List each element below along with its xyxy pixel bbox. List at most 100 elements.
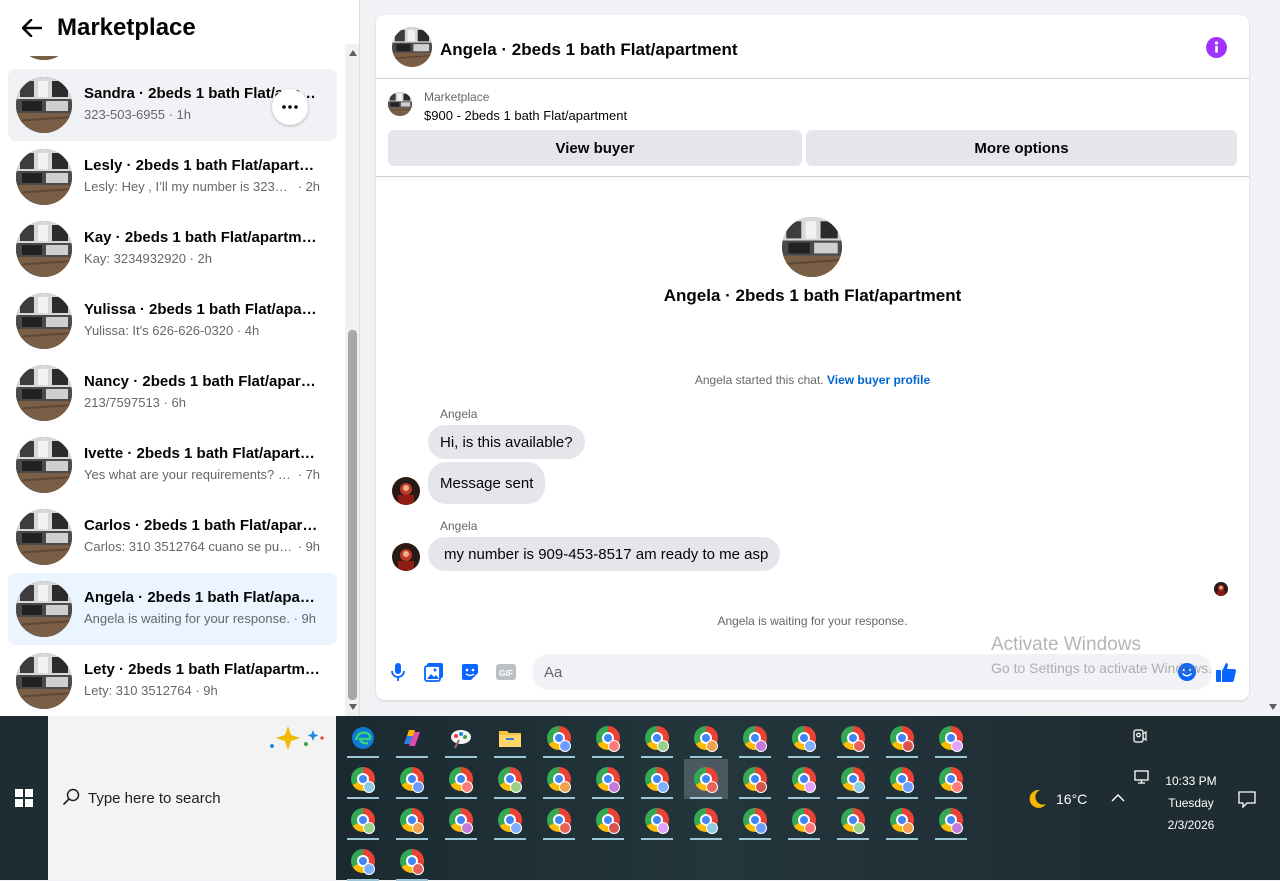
start-button[interactable]	[0, 716, 48, 880]
taskbar-search-box[interactable]: Type here to search	[48, 716, 336, 880]
chrome-taskbar-icon[interactable]	[537, 800, 581, 840]
chrome-taskbar-icon[interactable]	[929, 718, 973, 758]
listing-thumbnail[interactable]	[388, 92, 412, 116]
page-scroll-down-icon[interactable]	[1269, 704, 1277, 710]
chrome-taskbar-icon[interactable]	[635, 718, 679, 758]
chrome-taskbar-icon[interactable]	[341, 800, 385, 840]
conversation-preview: Yes what are your requirements? 5... · 7…	[84, 467, 321, 482]
svg-text:GIF: GIF	[499, 668, 513, 678]
chrome-taskbar-icon[interactable]	[586, 759, 630, 799]
chrome-taskbar-icon[interactable]	[439, 759, 483, 799]
chat-title[interactable]: Angela · 2beds 1 bath Flat/apartment	[440, 40, 738, 60]
sticker-icon[interactable]	[458, 660, 482, 684]
chrome-taskbar-icon[interactable]	[733, 718, 777, 758]
conversation-item[interactable]: Lesly · 2beds 1 bath Flat/apartment Lesly…	[8, 141, 337, 213]
conversation-avatar	[16, 653, 72, 709]
copilot-taskbar-icon[interactable]	[390, 718, 434, 758]
file-explorer-taskbar-icon[interactable]	[488, 718, 532, 758]
chrome-taskbar-icon[interactable]	[390, 841, 434, 881]
scroll-down-arrow-icon[interactable]	[349, 704, 357, 710]
conversation-time: 9h	[301, 611, 316, 626]
listing-price[interactable]: $900 - 2beds 1 bath Flat/apartment	[424, 108, 627, 123]
chrome-taskbar-icon[interactable]	[831, 718, 875, 758]
message-bubble[interactable]: Hi, is this available?	[428, 425, 585, 459]
chrome-taskbar-icon[interactable]	[390, 800, 434, 840]
chevron-up-icon[interactable]	[1111, 792, 1125, 806]
weather-moon-icon[interactable]	[1026, 788, 1048, 813]
chrome-taskbar-icon[interactable]	[635, 800, 679, 840]
chrome-taskbar-icon[interactable]	[831, 800, 875, 840]
chrome-taskbar-icon[interactable]	[439, 800, 483, 840]
chat-avatar[interactable]	[392, 27, 432, 67]
conversation-item[interactable]: Angela · 2beds 1 bath Flat/apartment Ange…	[8, 573, 337, 645]
meet-now-icon[interactable]	[1132, 728, 1148, 747]
edge-taskbar-icon[interactable]	[341, 718, 385, 758]
waiting-notice: Angela is waiting for your response.	[717, 614, 908, 628]
profile-badge-icon	[706, 781, 718, 793]
message-input-field[interactable]	[532, 654, 1212, 690]
conversation-item[interactable]: Yulissa · 2beds 1 bath Flat/apartment Yul…	[8, 285, 337, 357]
conversation-last-message: Angela is waiting for your response.	[84, 611, 290, 626]
sender-avatar[interactable]	[392, 477, 420, 505]
message-bubble[interactable]: my number is 909-453-8517 am ready to me…	[428, 537, 781, 571]
sender-avatar[interactable]	[392, 543, 420, 571]
scroll-thumb[interactable]	[348, 330, 357, 700]
chrome-taskbar-icon[interactable]	[929, 800, 973, 840]
page-scrollbar[interactable]	[1265, 0, 1280, 716]
chrome-taskbar-icon[interactable]	[341, 841, 385, 881]
chrome-taskbar-icon[interactable]	[782, 718, 826, 758]
chrome-taskbar-icon[interactable]	[733, 800, 777, 840]
info-icon[interactable]	[1206, 37, 1227, 58]
chrome-taskbar-icon[interactable]	[831, 759, 875, 799]
copilot-sparkle-icon[interactable]	[266, 724, 326, 754]
chrome-taskbar-icon[interactable]	[586, 800, 630, 840]
chrome-taskbar-icon[interactable]	[684, 718, 728, 758]
emoji-icon[interactable]	[1175, 660, 1199, 684]
paint-taskbar-icon[interactable]	[439, 718, 483, 758]
microphone-icon[interactable]	[386, 660, 410, 684]
photo-icon[interactable]	[422, 660, 446, 684]
conversation-item[interactable]: Lety · 2beds 1 bath Flat/apartment Lety: …	[8, 645, 337, 716]
chrome-taskbar-icon[interactable]	[684, 800, 728, 840]
chrome-taskbar-icon[interactable]	[782, 759, 826, 799]
chrome-taskbar-icon[interactable]	[390, 759, 434, 799]
notification-icon[interactable]	[1238, 790, 1256, 811]
chrome-taskbar-icon[interactable]	[880, 759, 924, 799]
conversation-avatar	[16, 437, 72, 493]
profile-avatar[interactable]	[782, 217, 842, 277]
chrome-taskbar-icon[interactable]	[782, 800, 826, 840]
conversation-item[interactable]: Ivette · 2beds 1 bath Flat/apartment Yes …	[8, 429, 337, 501]
profile-badge-icon	[804, 822, 816, 834]
scroll-up-arrow-icon[interactable]	[349, 50, 357, 56]
gif-icon[interactable]: GIF	[494, 660, 518, 684]
taskbar-clock[interactable]: 10:33 PM Tuesday 2/3/2026	[1148, 770, 1234, 836]
chrome-taskbar-icon[interactable]	[586, 718, 630, 758]
chrome-taskbar-icon[interactable]	[341, 759, 385, 799]
chrome-taskbar-icon[interactable]	[537, 718, 581, 758]
chrome-taskbar-icon[interactable]	[880, 718, 924, 758]
profile-badge-icon	[657, 781, 669, 793]
conversation-item[interactable]: Sandra · 2beds 1 bath Flat/apartment323-…	[8, 69, 337, 141]
conversation-more-button[interactable]	[272, 89, 308, 125]
chrome-taskbar-icon[interactable]	[635, 759, 679, 799]
profile-badge-icon	[412, 822, 424, 834]
chrome-taskbar-icon[interactable]	[684, 759, 728, 799]
weather-temperature[interactable]: 16°C	[1056, 791, 1087, 807]
message-input[interactable]	[532, 654, 1132, 690]
chrome-taskbar-icon[interactable]	[537, 759, 581, 799]
back-button[interactable]	[20, 16, 44, 40]
chrome-taskbar-icon[interactable]	[733, 759, 777, 799]
message-bubble[interactable]: Message sent	[428, 462, 546, 504]
conversation-item[interactable]: Nancy · 2beds 1 bath Flat/apartment 213/7…	[8, 357, 337, 429]
conversation-item[interactable]: Kay · 2beds 1 bath Flat/apartment Kay: 32…	[8, 213, 337, 285]
chrome-taskbar-icon[interactable]	[880, 800, 924, 840]
thumbs-up-icon[interactable]	[1214, 660, 1238, 684]
chrome-taskbar-icon[interactable]	[488, 759, 532, 799]
view-buyer-profile-link[interactable]: View buyer profile	[827, 373, 930, 387]
chrome-taskbar-icon[interactable]	[929, 759, 973, 799]
chrome-taskbar-icon[interactable]	[488, 800, 532, 840]
conversation-list-scrollbar[interactable]	[345, 44, 359, 716]
more-options-button[interactable]: More options	[806, 130, 1237, 166]
conversation-item[interactable]: Carlos · 2beds 1 bath Flat/apartment Carl…	[8, 501, 337, 573]
view-buyer-button[interactable]: View buyer	[388, 130, 802, 166]
